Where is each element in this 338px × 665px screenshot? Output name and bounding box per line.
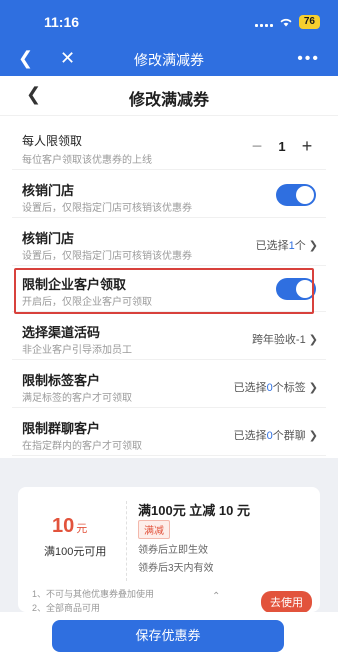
- nav-bar: ❮ ✕ 修改满减券 •••: [0, 44, 338, 76]
- tag-limit-row[interactable]: 限制标签客户 满足标签的客户才可领取 已选择0个标签 ❯: [12, 366, 326, 408]
- tag-limit-value[interactable]: 已选择0个标签 ❯: [234, 379, 318, 395]
- coupon-condition: 满100元可用: [44, 546, 107, 558]
- status-bar: 11:16 76: [0, 0, 338, 44]
- page-header: ❮ 修改满减券: [0, 76, 338, 116]
- nav-title: 修改满减券: [134, 52, 204, 68]
- store-select-value[interactable]: 已选择1个 ❯: [256, 237, 318, 253]
- group-limit-desc: 在指定群内的客户才可领取: [22, 441, 142, 452]
- signal-icon: [254, 17, 273, 27]
- enterprise-limit-toggle[interactable]: [276, 278, 316, 300]
- group-limit-label: 限制群聊客户: [22, 421, 101, 436]
- channel-code-row[interactable]: 选择渠道活码 非企业客户引导添加员工 跨年验收-1 ❯: [12, 318, 326, 360]
- status-time: 11:16: [44, 14, 80, 30]
- group-limit-value[interactable]: 已选择0个群聊 ❯: [234, 427, 318, 443]
- wifi-icon: [279, 17, 293, 27]
- limit-per-person-label: 每人限领取: [22, 134, 83, 148]
- enterprise-limit-label: 限制企业客户领取: [22, 277, 127, 292]
- coupon-card: 10 元 满100元可用 满100元 立减 10 元 满减 领券后立即生效 领券后…: [18, 487, 320, 613]
- enterprise-limit-desc: 开启后，仅限企业客户可领取: [22, 297, 152, 308]
- group-limit-row[interactable]: 限制群聊客户 在指定群内的客户才可领取 已选择0个群聊 ❯: [12, 414, 326, 456]
- coupon-effective: 领券后立即生效: [138, 545, 208, 556]
- tag-limit-desc: 满足标签的客户才可领取: [22, 393, 132, 404]
- bottom-bar: 保存优惠券: [0, 612, 338, 665]
- save-coupon-button[interactable]: 保存优惠券: [52, 620, 284, 652]
- limit-per-person-row: 每人限领取 每位客户领取该优惠券的上线 − 1 +: [12, 128, 326, 170]
- plus-button[interactable]: +: [298, 134, 316, 158]
- channel-code-label: 选择渠道活码: [22, 325, 101, 340]
- tag-limit-label: 限制标签客户: [22, 373, 101, 388]
- page-title: 修改满减券: [128, 92, 209, 109]
- store-verify-desc: 设置后，仅限指定门店可核销该优惠券: [22, 203, 192, 214]
- coupon-name: 满100元 立减 10 元: [138, 503, 250, 518]
- status-indicators: 76: [254, 15, 320, 29]
- more-icon[interactable]: •••: [297, 50, 320, 68]
- coupon-type-badge: 满减: [138, 520, 170, 539]
- store-verify-select-row[interactable]: 核销门店 设置后，仅限指定门店可核销该优惠券 已选择1个 ❯: [12, 224, 326, 266]
- battery-indicator: 76: [298, 15, 320, 29]
- store-verify-toggle[interactable]: [276, 184, 316, 206]
- quantity-stepper: − 1 +: [248, 134, 316, 158]
- enterprise-limit-row: 限制企业客户领取 开启后，仅限企业客户可领取: [12, 270, 326, 312]
- channel-code-value[interactable]: 跨年验收-1 ❯: [252, 331, 318, 347]
- channel-code-desc: 非企业客户引导添加员工: [22, 345, 132, 356]
- minus-button[interactable]: −: [248, 134, 266, 158]
- store-verify-toggle-row: 核销门店 设置后，仅限指定门店可核销该优惠券: [12, 176, 326, 218]
- coupon-divider: [126, 501, 127, 581]
- coupon-rule-1: 1、不可与其他优惠券叠加使用: [32, 589, 155, 599]
- use-coupon-button[interactable]: 去使用: [261, 591, 312, 613]
- limit-per-person-desc: 每位客户领取该优惠券的上线: [22, 155, 152, 166]
- store-select-desc: 设置后，仅限指定门店可核销该优惠券: [22, 251, 192, 262]
- store-verify-label: 核销门店: [22, 183, 75, 198]
- app-header: 11:16 76 ❮ ✕ 修改满减券 •••: [0, 0, 338, 76]
- coupon-validity: 领券后3天内有效: [138, 563, 214, 574]
- coupon-amount: 10 元: [52, 515, 88, 537]
- stepper-value[interactable]: 1: [272, 139, 292, 154]
- store-select-label: 核销门店: [22, 231, 75, 246]
- chevron-up-icon[interactable]: ⌃: [212, 591, 220, 602]
